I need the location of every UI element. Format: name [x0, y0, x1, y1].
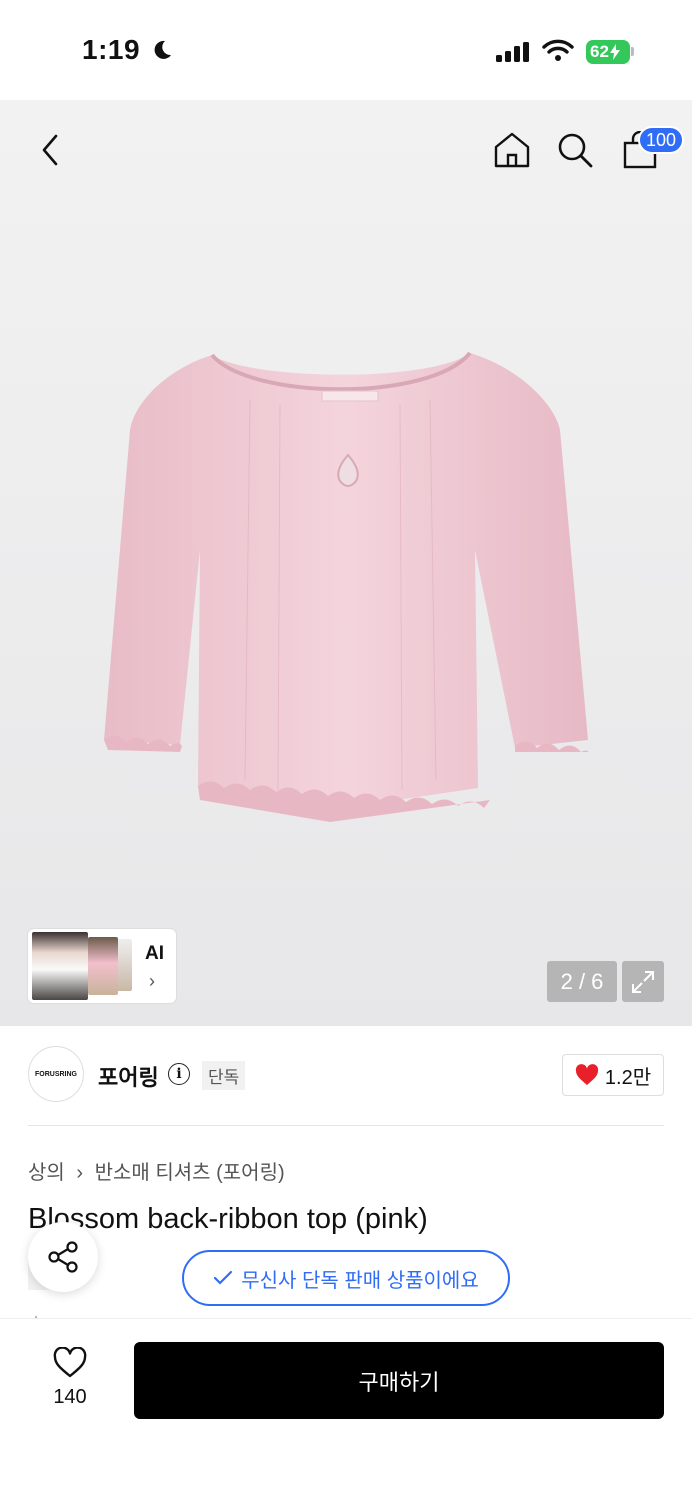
brand-like-button[interactable]: 1.2만 — [562, 1054, 664, 1096]
brand-row: FORUSRING 포어링 i 단독 1.2만 — [28, 1046, 664, 1104]
expand-image-button[interactable] — [622, 961, 664, 1002]
expand-icon — [632, 970, 654, 993]
back-arrow-icon — [42, 134, 58, 166]
breadcrumb-chevron-icon: › — [76, 1162, 84, 1184]
breadcrumb: 상의 › 반소매 티셔츠 (포어링) — [28, 1156, 285, 1185]
battery-percent: 62 — [590, 42, 609, 61]
cart-badge: 100 — [638, 126, 685, 154]
back-button[interactable] — [26, 126, 74, 174]
brand-name[interactable]: 포어링 — [98, 1060, 159, 1092]
status-time: 1:19 — [82, 34, 174, 66]
moon-icon — [154, 40, 172, 59]
status-bar: 1:19 62 — [0, 0, 692, 100]
buy-button[interactable]: 구매하기 — [134, 1342, 664, 1419]
ai-thumbnail-1 — [32, 932, 88, 1000]
checkmark-icon — [214, 1270, 233, 1285]
breadcrumb-item[interactable]: 반소매 티셔츠 (포어링) — [95, 1162, 285, 1184]
bottom-purchase-bar: 140 구매하기 — [0, 1318, 692, 1501]
brand-like-count: 1.2만 — [604, 1066, 652, 1089]
chevron-right-icon: › — [149, 971, 155, 991]
heart-filled-icon — [575, 1064, 599, 1085]
breadcrumb-item[interactable]: 상의 — [28, 1162, 65, 1184]
wishlist-count: 140 — [53, 1386, 87, 1408]
ai-label: AI — [145, 943, 164, 964]
search-icon — [558, 133, 593, 168]
product-image-gallery[interactable] — [0, 100, 692, 1026]
heart-outline-icon — [53, 1346, 87, 1378]
product-title: Blossom back-ribbon top (pink) — [28, 1203, 428, 1235]
brand-logo[interactable]: FORUSRING — [28, 1046, 84, 1102]
ai-thumbnail-2 — [88, 937, 118, 995]
home-button[interactable] — [488, 126, 536, 174]
info-icon[interactable]: i — [168, 1063, 190, 1085]
battery-cap — [631, 47, 634, 56]
wishlist-button[interactable]: 140 — [40, 1346, 100, 1409]
home-icon — [494, 132, 530, 168]
ai-styling-card[interactable]: AI › — [28, 929, 176, 1003]
wifi-icon — [542, 39, 574, 61]
product-image — [104, 351, 589, 822]
battery-indicator: 62 — [586, 40, 630, 64]
exclusive-notice-text: 무신사 단독 판매 상품이에요 — [241, 1269, 479, 1292]
search-button[interactable] — [551, 126, 599, 174]
cellular-signal-icon — [496, 42, 529, 62]
share-button[interactable] — [28, 1222, 98, 1292]
image-counter: 2 / 6 — [547, 961, 617, 1002]
brand-exclusive-tag: 단독 — [202, 1061, 246, 1090]
charging-bolt-icon — [609, 44, 620, 60]
divider — [28, 1125, 664, 1126]
exclusive-notice-pill: 무신사 단독 판매 상품이에요 — [182, 1250, 510, 1306]
share-icon — [48, 1241, 78, 1273]
